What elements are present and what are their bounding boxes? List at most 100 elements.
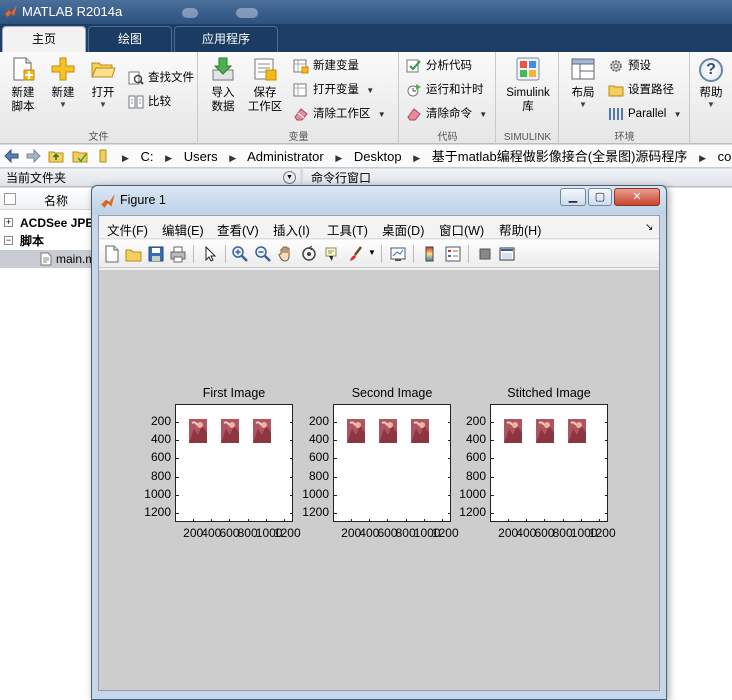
- y-tick-mark: [605, 476, 608, 478]
- back-arrow-icon[interactable]: [4, 148, 20, 164]
- preferences-button[interactable]: 预设: [608, 56, 651, 76]
- save-workspace-button[interactable]: 保存 工作区: [245, 56, 285, 114]
- compare-icon: [128, 95, 144, 109]
- tab-home[interactable]: 主页: [2, 26, 86, 52]
- blurred-icon: [236, 8, 258, 18]
- variable-group: 导入 数据 保存 工作区 新建变量 打开变量 ▼ 清除工作区 ▼ 变量: [199, 52, 399, 144]
- pan-hand-icon[interactable]: [277, 245, 295, 263]
- new-label: 新建: [51, 87, 75, 99]
- address-bar: ▶ C: ▶ Users ▶ Administrator ▶ Desktop ▶…: [0, 145, 732, 168]
- rotate-3d-icon[interactable]: [300, 245, 318, 263]
- figure-title-bar[interactable]: Figure 1 ▁ ▢ ✕: [92, 186, 666, 214]
- new-button[interactable]: 新建 ▼: [46, 56, 80, 109]
- legend-icon[interactable]: [444, 245, 462, 263]
- new-figure-icon[interactable]: [103, 245, 121, 263]
- open-variable-button[interactable]: 打开变量 ▼: [293, 80, 374, 100]
- plus-icon: [51, 57, 75, 81]
- crumb-drive[interactable]: C:: [141, 149, 154, 164]
- figure-window[interactable]: Figure 1 ▁ ▢ ✕ 文件(F) 编辑(E) 查看(V) 插入(I) 工…: [91, 185, 667, 700]
- help-button[interactable]: ? 帮助 ▼: [694, 58, 728, 109]
- set-path-label: 设置路径: [628, 84, 674, 96]
- clear-commands-label: 清除命令: [426, 108, 472, 120]
- link-plot-icon[interactable]: [389, 245, 407, 263]
- import-data-button[interactable]: 导入 数据: [205, 56, 241, 114]
- y-tick-label: 800: [308, 468, 329, 483]
- new-variable-button[interactable]: 新建变量: [293, 56, 359, 76]
- expand-icon[interactable]: +: [4, 218, 13, 227]
- open-file-icon[interactable]: [125, 245, 143, 263]
- x-tick-mark: [265, 519, 267, 522]
- print-icon[interactable]: [169, 245, 187, 263]
- figure-canvas[interactable]: First Image Second Image Stitched Image …: [99, 270, 659, 690]
- compare-button[interactable]: 比较: [128, 92, 171, 112]
- hide-plot-tools-icon[interactable]: [476, 245, 494, 263]
- analyze-code-button[interactable]: 分析代码: [406, 56, 472, 76]
- y-tick-mark: [334, 476, 337, 478]
- crumb-desktop[interactable]: Desktop: [354, 149, 402, 164]
- set-path-button[interactable]: 设置路径: [608, 80, 674, 100]
- browse-folder-icon[interactable]: [72, 148, 88, 164]
- parallel-button[interactable]: Parallel ▼: [608, 104, 681, 124]
- zoom-in-icon[interactable]: [231, 245, 249, 263]
- simulink-library-button[interactable]: Simulink 库: [503, 56, 553, 114]
- collapse-icon[interactable]: −: [4, 236, 13, 245]
- select-arrow-icon[interactable]: [201, 245, 219, 263]
- y-tick-mark: [605, 458, 608, 460]
- y-tick-mark: [491, 512, 494, 514]
- up-folder-icon[interactable]: [48, 148, 64, 164]
- menu-edit[interactable]: 编辑(E): [162, 220, 204, 239]
- tab-plots[interactable]: 绘图: [88, 26, 172, 52]
- run-and-time-button[interactable]: 运行和计时: [406, 80, 484, 100]
- chevron-down-icon: ▼: [707, 100, 715, 109]
- simulink-group-label: SIMULINK: [503, 132, 552, 143]
- y-tick-label: 400: [150, 432, 171, 447]
- tab-apps[interactable]: 应用程序: [174, 26, 278, 52]
- crumb-users[interactable]: Users: [184, 149, 218, 164]
- ribbon: 新建 脚本 新建 ▼ 打开 ▼ 查找文件 比较 文件 导入 数据 保存 工作区 …: [0, 52, 732, 144]
- name-column-header[interactable]: 名称: [44, 192, 68, 209]
- minimize-button[interactable]: ▁: [560, 188, 586, 206]
- menu-window[interactable]: 窗口(W): [439, 220, 484, 239]
- save-icon[interactable]: [147, 245, 165, 263]
- menu-help[interactable]: 帮助(H): [499, 220, 541, 239]
- crumb-project[interactable]: 基于matlab编程做影像接合(全景图)源码程序: [432, 149, 688, 164]
- chevron-down-icon: ▼: [479, 110, 488, 119]
- axes-title-first: First Image: [202, 386, 266, 400]
- data-cursor-icon[interactable]: [323, 245, 341, 263]
- new-script-button[interactable]: 新建 脚本: [6, 56, 40, 114]
- open-button[interactable]: 打开 ▼: [86, 56, 120, 109]
- menu-tools[interactable]: 工具(T): [327, 220, 368, 239]
- brush-icon[interactable]: [347, 245, 365, 263]
- menu-insert[interactable]: 插入(I): [273, 220, 310, 239]
- clear-commands-button[interactable]: 清除命令 ▼: [406, 104, 487, 124]
- zoom-out-icon[interactable]: [254, 245, 272, 263]
- panel-menu-icon[interactable]: ▼: [283, 171, 296, 184]
- crumb-code[interactable]: code: [718, 149, 732, 164]
- close-button[interactable]: ✕: [614, 188, 660, 206]
- dock-arrow-icon[interactable]: ↘: [645, 222, 653, 233]
- menu-file[interactable]: 文件(F): [107, 220, 148, 239]
- menu-view[interactable]: 查看(V): [217, 220, 259, 239]
- colorbar-icon[interactable]: [421, 245, 439, 263]
- layout-button[interactable]: 布局 ▼: [566, 56, 600, 109]
- menu-desktop[interactable]: 桌面(D): [382, 220, 424, 239]
- help-label: 帮助: [699, 87, 723, 99]
- crumb-administrator[interactable]: Administrator: [247, 149, 324, 164]
- script-file-icon: [40, 252, 52, 266]
- x-tick-mark: [387, 519, 389, 522]
- find-files-button[interactable]: 查找文件: [128, 68, 194, 88]
- clear-workspace-button[interactable]: 清除工作区 ▼: [293, 104, 386, 124]
- chevron-down-icon[interactable]: ▼: [368, 248, 376, 257]
- breadcrumb[interactable]: ▶ C: ▶ Users ▶ Administrator ▶ Desktop ▶…: [118, 145, 732, 168]
- x-tick-label: 200: [341, 526, 362, 540]
- show-plot-tools-icon[interactable]: [498, 245, 516, 263]
- select-all-checkbox[interactable]: [4, 193, 16, 205]
- import-data-icon: [212, 57, 234, 81]
- x-tick-label: 200: [498, 526, 519, 540]
- window-title: MATLAB R2014a: [22, 4, 123, 19]
- image-thumbnail: [253, 419, 271, 443]
- maximize-button[interactable]: ▢: [588, 188, 612, 206]
- y-tick-mark: [176, 422, 179, 424]
- axes-title-stitched: Stitched Image: [507, 386, 591, 400]
- forward-arrow-icon[interactable]: [25, 148, 41, 164]
